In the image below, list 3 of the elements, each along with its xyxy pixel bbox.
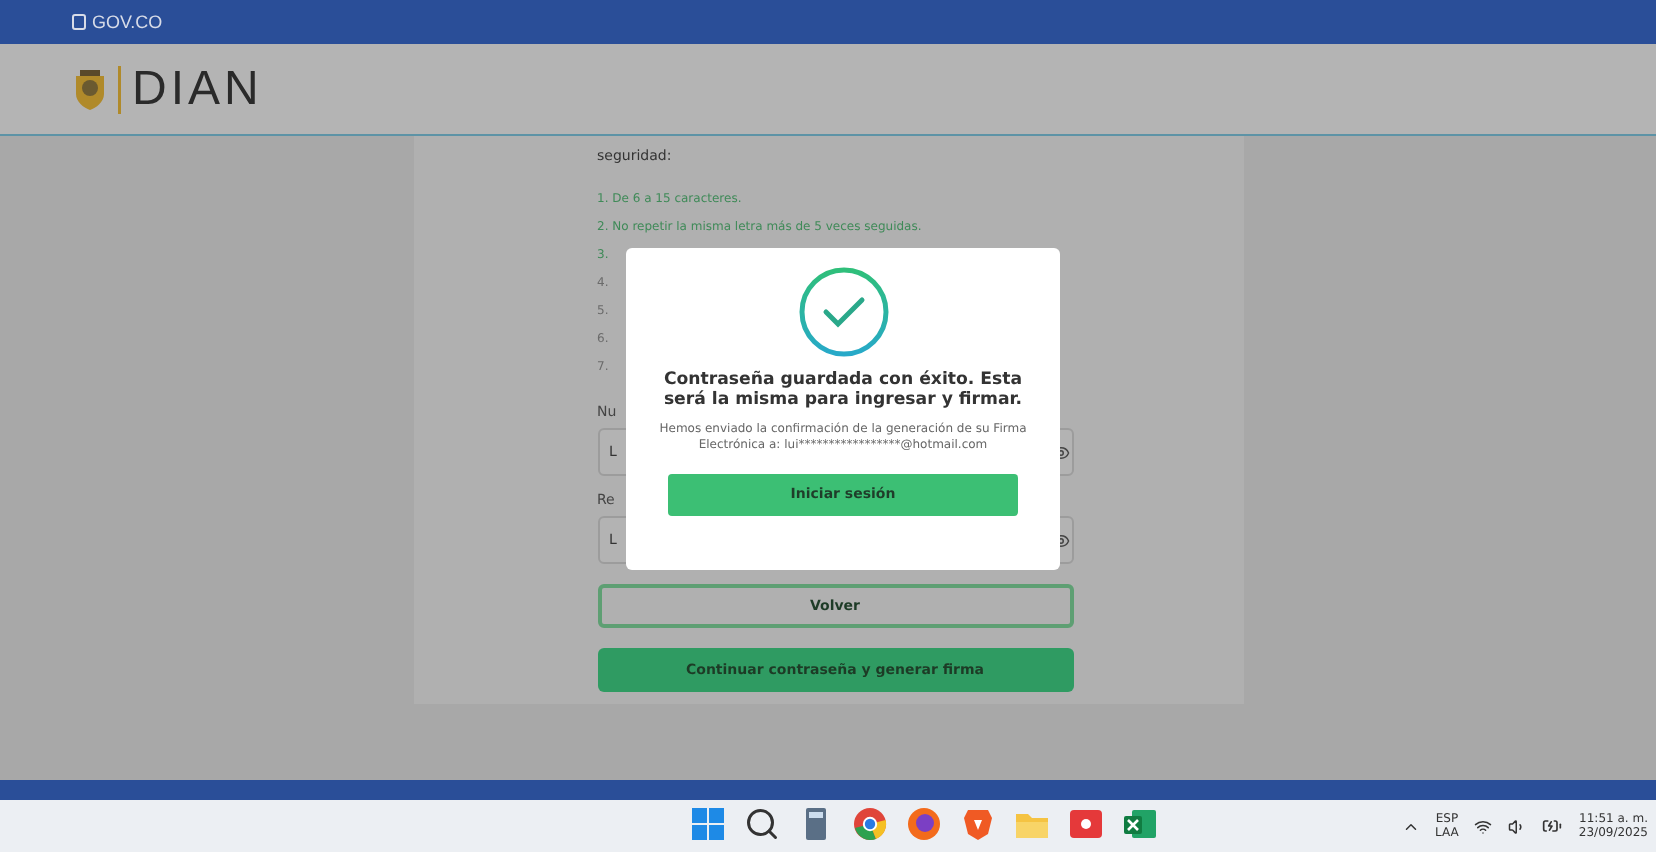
dian-logo[interactable]: DIAN (132, 61, 263, 117)
gov-label[interactable]: GOV.CO (92, 12, 163, 32)
dialog-title: Contraseña guardada con éxito. Esta será la misma para ingresar y firmar. (661, 370, 1025, 412)
